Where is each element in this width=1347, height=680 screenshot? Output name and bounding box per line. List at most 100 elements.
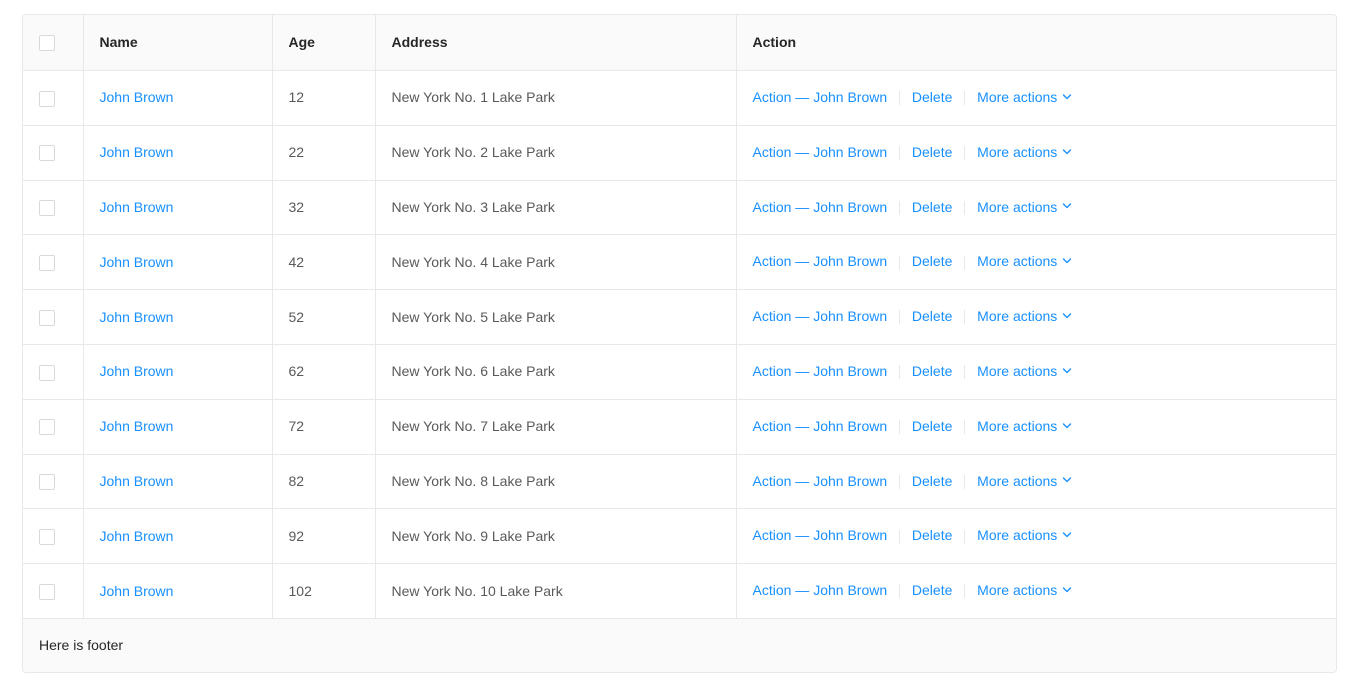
select-all-checkbox[interactable] bbox=[39, 35, 55, 51]
delete-link[interactable]: Delete bbox=[912, 253, 952, 269]
action-cell: Action — John Brown Delete More actions bbox=[736, 235, 1336, 290]
table-row: John Brown 32 New York No. 3 Lake Park A… bbox=[23, 180, 1336, 235]
delete-link[interactable]: Delete bbox=[912, 89, 952, 105]
selection-cell bbox=[23, 399, 83, 454]
delete-link[interactable]: Delete bbox=[912, 144, 952, 160]
header-cell-name: Name bbox=[83, 15, 272, 71]
age-cell: 12 bbox=[272, 71, 375, 126]
delete-link[interactable]: Delete bbox=[912, 363, 952, 379]
more-actions-link[interactable]: More actions bbox=[977, 418, 1072, 434]
row-checkbox[interactable] bbox=[39, 584, 55, 600]
age-cell: 92 bbox=[272, 509, 375, 564]
more-actions-link[interactable]: More actions bbox=[977, 253, 1072, 269]
address-cell: New York No. 10 Lake Park bbox=[375, 564, 736, 619]
vertical-divider bbox=[964, 91, 965, 105]
vertical-divider bbox=[964, 420, 965, 434]
chevron-down-icon bbox=[1062, 580, 1072, 601]
action-primary-link[interactable]: Action — John Brown bbox=[753, 582, 888, 598]
delete-link[interactable]: Delete bbox=[912, 418, 952, 434]
more-actions-link[interactable]: More actions bbox=[977, 473, 1072, 489]
table-row: John Brown 72 New York No. 7 Lake Park A… bbox=[23, 399, 1336, 454]
more-actions-link[interactable]: More actions bbox=[977, 582, 1072, 598]
vertical-divider bbox=[964, 584, 965, 598]
table-body: John Brown 12 New York No. 1 Lake Park A… bbox=[23, 71, 1336, 619]
name-link[interactable]: John Brown bbox=[100, 144, 174, 160]
age-cell: 32 bbox=[272, 180, 375, 235]
action-primary-link[interactable]: Action — John Brown bbox=[753, 89, 888, 105]
row-checkbox[interactable] bbox=[39, 200, 55, 216]
action-cell: Action — John Brown Delete More actions bbox=[736, 290, 1336, 345]
vertical-divider bbox=[964, 256, 965, 270]
name-link[interactable]: John Brown bbox=[100, 309, 174, 325]
address-cell: New York No. 6 Lake Park bbox=[375, 344, 736, 399]
more-actions-label: More actions bbox=[977, 582, 1057, 598]
vertical-divider bbox=[964, 475, 965, 489]
chevron-down-icon bbox=[1062, 525, 1072, 546]
vertical-divider bbox=[899, 201, 900, 215]
chevron-down-icon bbox=[1062, 470, 1072, 491]
header-row: Name Age Address Action bbox=[23, 15, 1336, 71]
action-primary-link[interactable]: Action — John Brown bbox=[753, 199, 888, 215]
action-primary-link[interactable]: Action — John Brown bbox=[753, 253, 888, 269]
name-link[interactable]: John Brown bbox=[100, 528, 174, 544]
name-link[interactable]: John Brown bbox=[100, 199, 174, 215]
row-checkbox[interactable] bbox=[39, 310, 55, 326]
delete-link[interactable]: Delete bbox=[912, 199, 952, 215]
selection-cell bbox=[23, 564, 83, 619]
table-container: Name Age Address Action John Brown 12 Ne… bbox=[22, 14, 1337, 673]
row-checkbox[interactable] bbox=[39, 145, 55, 161]
more-actions-label: More actions bbox=[977, 308, 1057, 324]
vertical-divider bbox=[964, 530, 965, 544]
table-footer: Here is footer bbox=[23, 619, 1336, 672]
name-link[interactable]: John Brown bbox=[100, 89, 174, 105]
action-cell: Action — John Brown Delete More actions bbox=[736, 399, 1336, 454]
delete-link[interactable]: Delete bbox=[912, 308, 952, 324]
row-checkbox[interactable] bbox=[39, 91, 55, 107]
row-checkbox[interactable] bbox=[39, 474, 55, 490]
name-cell: John Brown bbox=[83, 399, 272, 454]
more-actions-link[interactable]: More actions bbox=[977, 308, 1072, 324]
more-actions-link[interactable]: More actions bbox=[977, 144, 1072, 160]
action-primary-link[interactable]: Action — John Brown bbox=[753, 418, 888, 434]
table-row: John Brown 42 New York No. 4 Lake Park A… bbox=[23, 235, 1336, 290]
more-actions-link[interactable]: More actions bbox=[977, 527, 1072, 543]
name-link[interactable]: John Brown bbox=[100, 583, 174, 599]
more-actions-link[interactable]: More actions bbox=[977, 89, 1072, 105]
row-checkbox[interactable] bbox=[39, 255, 55, 271]
age-cell: 72 bbox=[272, 399, 375, 454]
action-primary-link[interactable]: Action — John Brown bbox=[753, 308, 888, 324]
action-primary-link[interactable]: Action — John Brown bbox=[753, 363, 888, 379]
selection-cell bbox=[23, 509, 83, 564]
action-primary-link[interactable]: Action — John Brown bbox=[753, 527, 888, 543]
row-checkbox[interactable] bbox=[39, 365, 55, 381]
name-link[interactable]: John Brown bbox=[100, 363, 174, 379]
action-primary-link[interactable]: Action — John Brown bbox=[753, 144, 888, 160]
name-cell: John Brown bbox=[83, 564, 272, 619]
more-actions-link[interactable]: More actions bbox=[977, 199, 1072, 215]
action-primary-link[interactable]: Action — John Brown bbox=[753, 473, 888, 489]
more-actions-label: More actions bbox=[977, 473, 1057, 489]
vertical-divider bbox=[964, 310, 965, 324]
chevron-down-icon bbox=[1062, 416, 1072, 437]
header-cell-address: Address bbox=[375, 15, 736, 71]
row-checkbox[interactable] bbox=[39, 419, 55, 435]
chevron-down-icon bbox=[1062, 361, 1072, 382]
row-checkbox[interactable] bbox=[39, 529, 55, 545]
delete-link[interactable]: Delete bbox=[912, 473, 952, 489]
selection-cell bbox=[23, 235, 83, 290]
vertical-divider bbox=[899, 146, 900, 160]
table-row: John Brown 22 New York No. 2 Lake Park A… bbox=[23, 125, 1336, 180]
table-row: John Brown 102 New York No. 10 Lake Park… bbox=[23, 564, 1336, 619]
vertical-divider bbox=[899, 530, 900, 544]
name-link[interactable]: John Brown bbox=[100, 254, 174, 270]
age-cell: 62 bbox=[272, 344, 375, 399]
name-link[interactable]: John Brown bbox=[100, 473, 174, 489]
data-table: Name Age Address Action John Brown 12 Ne… bbox=[23, 15, 1336, 619]
delete-link[interactable]: Delete bbox=[912, 582, 952, 598]
delete-link[interactable]: Delete bbox=[912, 527, 952, 543]
header-cell-selection bbox=[23, 15, 83, 71]
vertical-divider bbox=[964, 146, 965, 160]
more-actions-link[interactable]: More actions bbox=[977, 363, 1072, 379]
selection-cell bbox=[23, 71, 83, 126]
name-link[interactable]: John Brown bbox=[100, 418, 174, 434]
